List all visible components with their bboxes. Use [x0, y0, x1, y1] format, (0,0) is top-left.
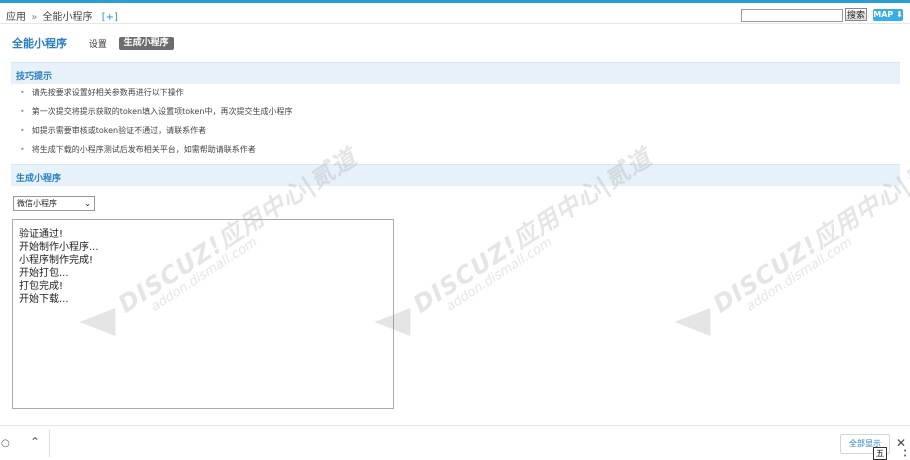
watermark-arrow-icon [674, 308, 711, 337]
divider [49, 430, 50, 457]
breadcrumb-item-apps[interactable]: 应用 [6, 12, 26, 23]
platform-select[interactable]: 微信小程序 ⌄ [13, 196, 95, 211]
page-header: 全能小程序 设置 生成小程序 [12, 35, 174, 50]
tip-item: 将生成下载的小程序测试后发布相关平台，如需帮助请联系作者 [20, 143, 292, 162]
breadcrumb-item-current[interactable]: 全能小程序 [43, 12, 93, 23]
breadcrumb-separator: » [31, 12, 38, 23]
tips-list: 请先按要求设置好相关参数再进行以下操作 第一次提交将提示获取的token填入设置… [20, 86, 293, 162]
log-line: 验证通过! [19, 229, 64, 240]
download-arrow-icon: ⬇ [893, 10, 903, 19]
tip-item: 请先按要求设置好相关参数再进行以下操作 [20, 86, 292, 105]
ime-dots-icon: • • [903, 447, 908, 460]
ime-indicator[interactable]: 五 [873, 447, 887, 460]
map-button-label: MAP [873, 10, 894, 19]
tip-item: 第一次提交将提示获取的token填入设置项token中，再次提交生成小程序 [20, 105, 293, 124]
log-line: 开始下载... [19, 294, 69, 305]
generate-section-title: 生成小程序 [16, 174, 62, 184]
tips-section-title: 技巧提示 [16, 72, 53, 82]
page-title: 全能小程序 [12, 37, 67, 50]
log-line: 开始打包... [19, 268, 69, 279]
watermark-subtext: addon.dismall.com [443, 234, 556, 315]
search-button[interactable]: 搜索 [845, 8, 867, 21]
log-line: 开始制作小程序... [19, 242, 99, 253]
breadcrumb: 应用 » 全能小程序 [+] [6, 8, 118, 23]
watermark-subtext: addon.dismall.com [743, 234, 856, 315]
download-bar: ○ ⌃ 全部显示 ✕ 五 • • [0, 425, 910, 460]
search-input[interactable] [741, 9, 843, 22]
log-line: 打包完成! [19, 281, 64, 292]
platform-select-value: 微信小程序 [17, 199, 57, 208]
add-shortcut-link[interactable]: [+] [102, 12, 118, 23]
log-line: 小程序制作完成! [19, 255, 94, 266]
nav-setting-link[interactable]: 设置 [89, 37, 107, 50]
generate-section-header: 生成小程序 [11, 164, 900, 186]
nav-generate-tab[interactable]: 生成小程序 [118, 36, 174, 50]
map-button[interactable]: MAP ⬇ [873, 9, 903, 21]
top-bar: 应用 » 全能小程序 [+] 搜索 MAP ⬇ [0, 3, 910, 24]
tips-section-header: 技巧提示 [11, 62, 900, 84]
download-status-icon: ○ [1, 438, 10, 449]
tip-item: 如提示需要审核或token验证不通过，请联系作者 [20, 124, 292, 143]
chevron-down-icon: ⌄ [84, 199, 91, 208]
progress-log-textarea[interactable]: 验证通过! 开始制作小程序... 小程序制作完成! 开始打包... 打包完成! … [12, 219, 394, 409]
chevron-up-icon[interactable]: ⌃ [30, 435, 40, 449]
